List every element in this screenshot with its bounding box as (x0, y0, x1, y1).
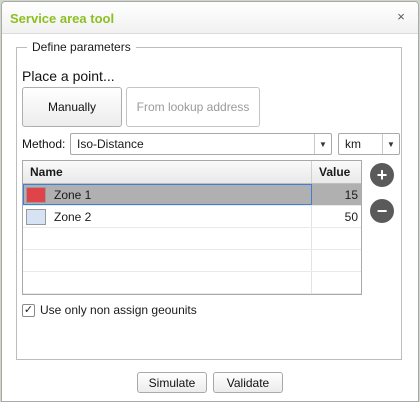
grid-header: Name Value (23, 161, 361, 184)
plus-icon[interactable]: + (370, 163, 394, 187)
empty-row (23, 250, 361, 272)
minus-icon[interactable]: − (370, 199, 394, 223)
place-point-label: Place a point... (22, 68, 115, 84)
dialog-title: Service area tool (10, 11, 115, 26)
unit-select[interactable]: km ▼ (338, 133, 400, 155)
zone-name: Zone 1 (54, 187, 92, 202)
empty-row (23, 272, 361, 294)
zone-name-cell[interactable]: Zone 2 (23, 206, 312, 227)
method-select-value: Iso-Distance (77, 137, 144, 151)
zone-name-cell[interactable]: Zone 1 (23, 184, 312, 205)
lookup-address-button[interactable]: From lookup address (126, 87, 260, 127)
empty-cell (312, 272, 361, 293)
zone-value-cell[interactable]: 50 (312, 206, 361, 227)
table-row[interactable]: Zone 2 50 (23, 206, 361, 228)
grid-body: Zone 1 15 Zone 2 50 (23, 184, 361, 294)
manually-button[interactable]: Manually (22, 87, 122, 127)
method-label: Method: (22, 137, 66, 151)
dialog-titlebar[interactable]: Service area tool × (2, 2, 418, 34)
table-row[interactable]: Zone 1 15 (23, 184, 361, 206)
column-header-name[interactable]: Name (23, 161, 312, 183)
empty-row (23, 228, 361, 250)
non-assign-geounits-option[interactable]: ✓ Use only non assign geounits (22, 303, 197, 317)
non-assign-geounits-label: Use only non assign geounits (40, 303, 197, 317)
empty-cell (312, 250, 361, 271)
zone-name: Zone 2 (54, 209, 92, 224)
empty-cell (312, 228, 361, 249)
empty-cell (23, 250, 312, 271)
column-header-value[interactable]: Value (312, 161, 361, 183)
zone-value-cell[interactable]: 15 (312, 184, 361, 205)
close-icon[interactable]: × (394, 10, 408, 24)
chevron-down-icon[interactable]: ▼ (382, 134, 399, 154)
zone-color-swatch[interactable] (26, 186, 46, 203)
unit-select-value: km (345, 137, 361, 151)
empty-cell (23, 272, 312, 293)
parameters-legend: Define parameters (32, 40, 131, 54)
checkmark-icon[interactable]: ✓ (22, 303, 35, 317)
zone-color-swatch[interactable] (26, 208, 46, 225)
chevron-down-icon[interactable]: ▼ (314, 134, 331, 154)
zones-grid: Name Value Zone 1 15 Zone 2 50 (22, 160, 362, 295)
simulate-button[interactable]: Simulate (137, 372, 207, 393)
validate-button[interactable]: Validate (213, 372, 283, 393)
method-select[interactable]: Iso-Distance ▼ (70, 133, 332, 155)
empty-cell (23, 228, 312, 249)
